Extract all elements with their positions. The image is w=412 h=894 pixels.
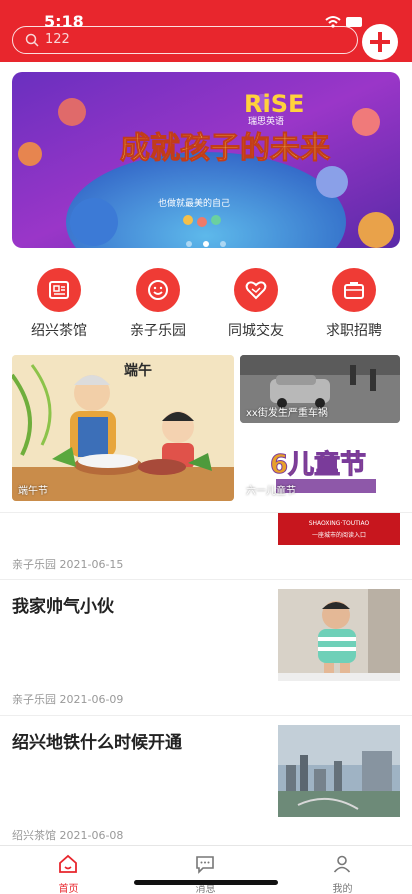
pager-dot-active[interactable] xyxy=(203,241,209,247)
tile-accident[interactable]: xx街发生严重车祸 xyxy=(240,355,400,423)
category-label: 同城交友 xyxy=(228,323,284,339)
search-icon xyxy=(25,33,39,47)
city-skyline-photo xyxy=(278,725,400,817)
promo-banner[interactable]: RiSE 瑞思英语 成就孩子的未来 也做就最美的自己 xyxy=(12,72,400,248)
search-input[interactable]: 122 xyxy=(45,32,70,47)
child-photo xyxy=(278,589,400,681)
article-thumbnail xyxy=(278,725,400,817)
tile-dragon-boat[interactable]: 端午 端午节 xyxy=(12,355,234,501)
home-indicator xyxy=(134,880,278,885)
article-item[interactable]: SHAOXING·TOUTIAO 一座城市的阅读入口 亲子乐园 2021-06-… xyxy=(0,513,412,579)
article-item[interactable]: 我家帅气小伙 亲子乐园 2021-06-09 xyxy=(0,580,412,714)
tile-label: 端午节 xyxy=(18,486,48,497)
person-icon xyxy=(333,855,351,873)
article-thumbnail xyxy=(278,589,400,681)
article-thumbnail: SHAOXING·TOUTIAO 一座城市的阅读入口 xyxy=(278,513,400,545)
thumb-brand-text: SHAOXING·TOUTIAO xyxy=(309,520,370,527)
featured-tiles: 端午 端午节 xx街发生严重车祸 6儿童节 六一儿童节 xyxy=(12,355,400,501)
top-header: 5:18 122 xyxy=(0,0,412,62)
dragon-boat-illustration: 端午 xyxy=(12,355,234,501)
app-screen: 5:18 122 RiSE 瑞思英语 成就孩子的未来 也做就最美的自己 绍兴茶馆… xyxy=(0,0,412,894)
briefcase-icon xyxy=(344,282,364,299)
category-icon-circle xyxy=(234,268,278,312)
tab-label: 首页 xyxy=(58,884,79,894)
banner-slogan: 也做就最美的自己 xyxy=(158,197,230,209)
smiley-face-icon xyxy=(148,280,168,300)
category-icon-circle xyxy=(136,268,180,312)
category-grid: 绍兴茶馆 亲子乐园 同城交友 求职招聘 xyxy=(0,262,412,342)
tile-childrens-day[interactable]: 6儿童节 六一儿童节 xyxy=(240,431,400,501)
tile-label: xx街发生严重车祸 xyxy=(246,408,328,419)
category-icon-circle xyxy=(332,268,376,312)
add-button[interactable] xyxy=(362,24,398,60)
search-bar[interactable]: 122 xyxy=(12,26,358,54)
tile-label: 六一儿童节 xyxy=(246,486,296,497)
category-teahouse[interactable]: 绍兴茶馆 xyxy=(9,262,109,342)
home-icon xyxy=(59,854,77,873)
banner-brand-sub: 瑞思英语 xyxy=(248,115,284,127)
banner-illustration: RiSE 瑞思英语 成就孩子的未来 也做就最美的自己 xyxy=(12,72,400,248)
tab-home[interactable]: 首页 xyxy=(0,846,137,894)
article-item[interactable]: 绍兴地铁什么时候开通 绍兴茶馆 2021-06-08 xyxy=(0,716,412,844)
article-title: 绍兴地铁什么时候开通 xyxy=(12,733,182,753)
pager-dot[interactable] xyxy=(185,241,192,247)
plus-icon xyxy=(370,32,390,52)
category-label: 求职招聘 xyxy=(326,323,382,339)
tab-profile[interactable]: 我的 xyxy=(274,846,411,894)
category-label: 亲子乐园 xyxy=(130,323,186,339)
heart-icon xyxy=(245,281,267,300)
tab-messages[interactable]: 消息 xyxy=(137,846,274,894)
tile-overlay-text: 6儿童节 xyxy=(270,449,366,480)
newspaper-icon xyxy=(49,281,69,299)
category-dating[interactable]: 同城交友 xyxy=(206,262,306,342)
article-meta: 绍兴茶馆 2021-06-08 xyxy=(12,829,124,842)
tile-overlay-text: 端午 xyxy=(124,362,152,379)
category-icon-circle xyxy=(37,268,81,312)
banner-pager xyxy=(12,232,400,247)
message-icon xyxy=(196,856,214,874)
article-meta: 亲子乐园 2021-06-09 xyxy=(12,693,124,706)
category-kids[interactable]: 亲子乐园 xyxy=(108,262,208,342)
banner-brand: RiSE xyxy=(244,90,304,118)
article-meta: 亲子乐园 2021-06-15 xyxy=(12,558,124,571)
thumb-sub-text: 一座城市的阅读入口 xyxy=(312,531,366,539)
category-jobs[interactable]: 求职招聘 xyxy=(304,262,404,342)
headline-brand-image: SHAOXING·TOUTIAO 一座城市的阅读入口 xyxy=(278,513,400,545)
article-title: 我家帅气小伙 xyxy=(12,597,114,617)
tab-label: 我的 xyxy=(332,884,353,894)
banner-headline: 成就孩子的未来 xyxy=(120,131,330,166)
category-label: 绍兴茶馆 xyxy=(31,323,87,339)
bottom-tab-bar: 首页 消息 我的 xyxy=(0,845,412,894)
